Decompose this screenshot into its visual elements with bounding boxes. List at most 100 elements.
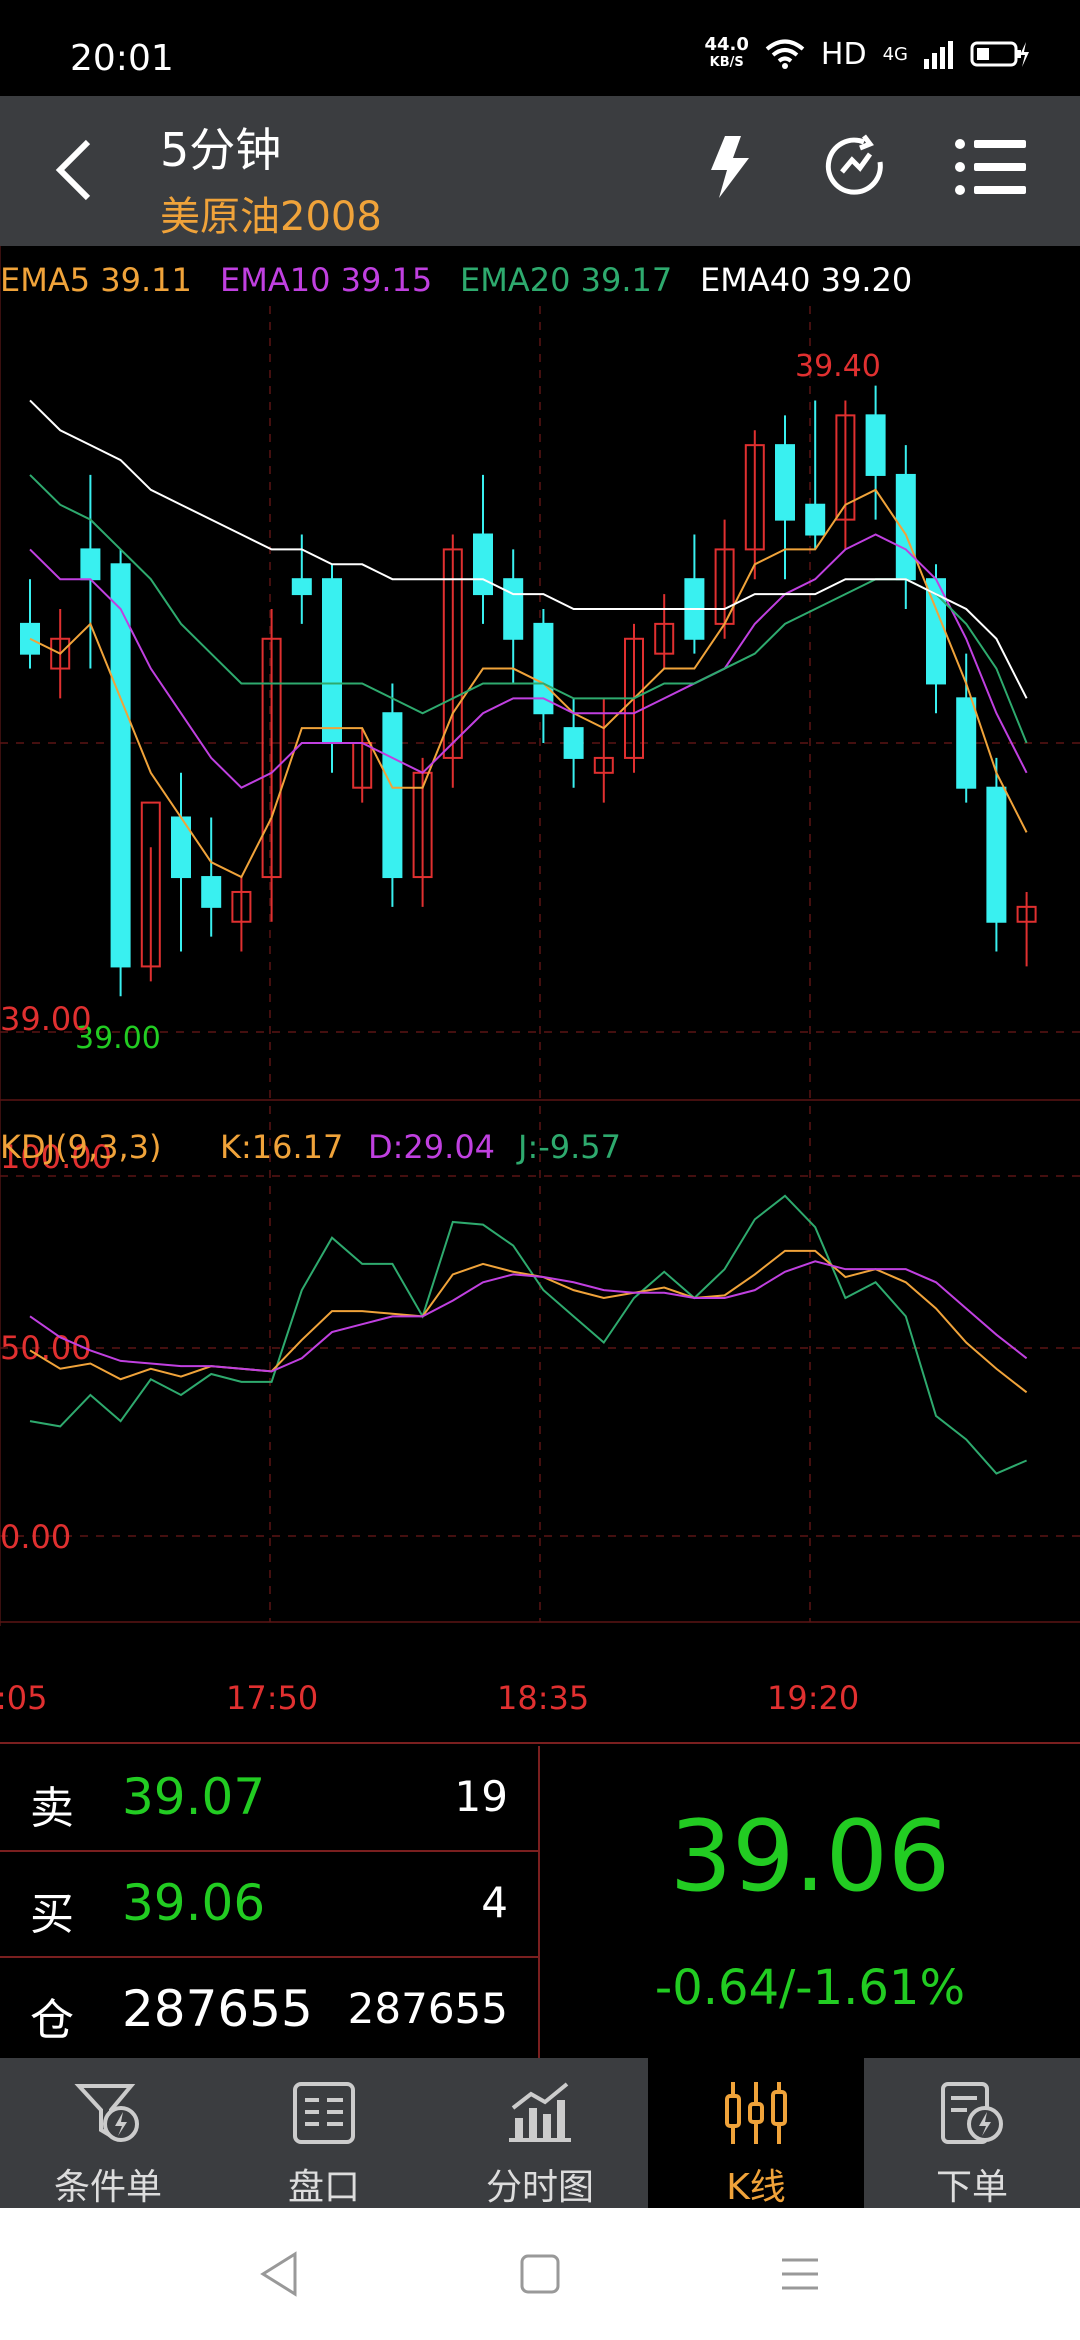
- header-bar: 5分钟 美原油2008: [0, 96, 1080, 246]
- buy-price: 39.06: [122, 1874, 266, 1932]
- status-bar: 20:01 44.0 KB/S HD 4G: [0, 0, 1080, 96]
- kdj-axis-50: 50.00: [0, 1329, 92, 1367]
- back-button[interactable]: [40, 134, 110, 204]
- status-time: 20:01: [70, 38, 174, 79]
- kdj-k-label: K:16.17: [220, 1128, 343, 1166]
- page-title: 5分钟: [160, 123, 282, 177]
- order-form-icon: [941, 2082, 1003, 2144]
- chart-switch-button[interactable]: [820, 132, 890, 202]
- candle-down: [201, 876, 222, 908]
- candle-down: [80, 548, 101, 581]
- candle-down: [533, 622, 554, 715]
- system-recents-icon[interactable]: [776, 2250, 824, 2298]
- last-price: 39.06: [669, 1800, 951, 1914]
- kdj-lines: [29, 1194, 1028, 1475]
- kdj-title: KDJ(9,3,3): [0, 1128, 161, 1166]
- menu-button[interactable]: [950, 132, 1030, 202]
- candle-down: [986, 786, 1007, 923]
- signal-icon: [924, 41, 953, 69]
- buy-row[interactable]: 买 39.06 4: [0, 1852, 538, 1958]
- kdj-d-label: D:29.04: [368, 1128, 495, 1166]
- time-axis: :05 17:50 18:35 19:20: [0, 1679, 859, 1717]
- candle-down: [895, 473, 916, 581]
- ema40-label: EMA40 39.20: [700, 261, 912, 299]
- kdj-k-line: [29, 1249, 1028, 1394]
- status-icons: 44.0 KB/S HD 4G: [705, 34, 1031, 74]
- candle-down: [322, 578, 342, 745]
- high-price-label: 39.40: [795, 349, 881, 384]
- nav-time-chart[interactable]: 分时图: [432, 2058, 648, 2208]
- position-row: 仓 287655 287655: [0, 1958, 538, 2062]
- ema5-label: EMA5 39.11: [0, 261, 192, 299]
- candle-down: [503, 578, 524, 640]
- network-label: 4G: [882, 43, 908, 65]
- nav-label: 分时图: [485, 2167, 594, 2208]
- funnel-lightning-icon: [74, 2084, 139, 2142]
- chevron-left-icon: [55, 139, 91, 201]
- nav-order-book[interactable]: 盘口: [216, 2058, 432, 2208]
- position-label: 仓: [30, 1995, 74, 2046]
- instrument-name[interactable]: 美原油2008: [160, 184, 382, 242]
- candle-down: [865, 414, 886, 476]
- buy-volume: 4: [481, 1878, 508, 1927]
- nav-label: K线: [726, 2167, 786, 2208]
- sell-row[interactable]: 卖 39.07 19: [0, 1746, 538, 1852]
- ema10-label: EMA10 39.15: [220, 261, 432, 299]
- system-back-icon[interactable]: [255, 2250, 303, 2298]
- candles: [20, 385, 1037, 997]
- nav-conditional-order[interactable]: 条件单: [0, 2058, 216, 2208]
- kdj-axis-0: 0.00: [0, 1518, 71, 1556]
- bottom-nav: 条件单 盘口 分时图 K线 下单: [0, 2058, 1080, 2208]
- kdj-j-label: J:-9.57: [516, 1128, 621, 1166]
- sell-label: 卖: [30, 1783, 74, 1834]
- position-value-secondary: 287655: [347, 1984, 508, 2033]
- candle-down: [956, 697, 977, 789]
- lightning-icon: [711, 136, 749, 198]
- sell-volume: 19: [454, 1772, 508, 1821]
- price-axis-label: 39.00: [0, 1000, 92, 1038]
- sell-price: 39.07: [122, 1768, 266, 1826]
- nav-label: 下单: [935, 2167, 1008, 2208]
- refresh-chart-icon: [825, 134, 883, 195]
- candle-down: [775, 444, 795, 521]
- system-home-icon[interactable]: [516, 2250, 564, 2298]
- nav-label: 盘口: [287, 2167, 360, 2208]
- nav-kline[interactable]: K线: [648, 2058, 864, 2208]
- ema10-line: [29, 533, 1028, 789]
- time-label: :05: [0, 1679, 48, 1717]
- battery-icon: [970, 41, 1029, 67]
- candle-down: [382, 712, 403, 879]
- kdj-d-line: [29, 1260, 1028, 1373]
- order-book-icon: [293, 2082, 355, 2144]
- hd-label: HD: [820, 36, 867, 72]
- position-value: 287655: [122, 1980, 313, 2038]
- bar-chart-icon: [509, 2082, 571, 2142]
- time-label: 19:20: [767, 1679, 859, 1717]
- buy-label: 买: [30, 1889, 74, 1940]
- system-nav-bar: [0, 2208, 1080, 2340]
- candlestick-icon: [725, 2082, 787, 2144]
- chart-grid: [0, 246, 1080, 1626]
- price-change: -0.64/-1.61%: [654, 1960, 966, 2016]
- candle-down: [20, 622, 40, 655]
- net-speed: 44.0 KB/S: [704, 34, 749, 71]
- nav-label: 条件单: [53, 2167, 162, 2208]
- quote-top-divider: [0, 1742, 1080, 1744]
- candle-down: [110, 563, 131, 968]
- candle-down: [291, 578, 312, 596]
- ema20-line: [29, 474, 1028, 744]
- list-menu-icon: [955, 139, 1026, 195]
- candle-down: [805, 503, 826, 536]
- nav-place-order[interactable]: 下单: [864, 2058, 1080, 2208]
- quick-order-button[interactable]: [695, 132, 765, 202]
- kdj-j-line: [29, 1194, 1027, 1475]
- ema-legend: EMA5 39.11 EMA10 39.15 EMA20 39.17 EMA40…: [0, 261, 912, 299]
- time-label: 17:50: [226, 1679, 318, 1717]
- kline-chart[interactable]: EMA5 39.11 EMA10 39.15 EMA20 39.17 EMA40…: [0, 246, 1080, 1746]
- time-label: 18:35: [497, 1679, 589, 1717]
- ema20-label: EMA20 39.17: [460, 261, 672, 299]
- wifi-icon: [765, 39, 805, 69]
- candle-down: [473, 533, 493, 596]
- candle-down: [563, 727, 584, 759]
- kdj-legend: 100.00 KDJ(9,3,3) K:16.17 D:29.04 J:-9.5…: [0, 1128, 621, 1556]
